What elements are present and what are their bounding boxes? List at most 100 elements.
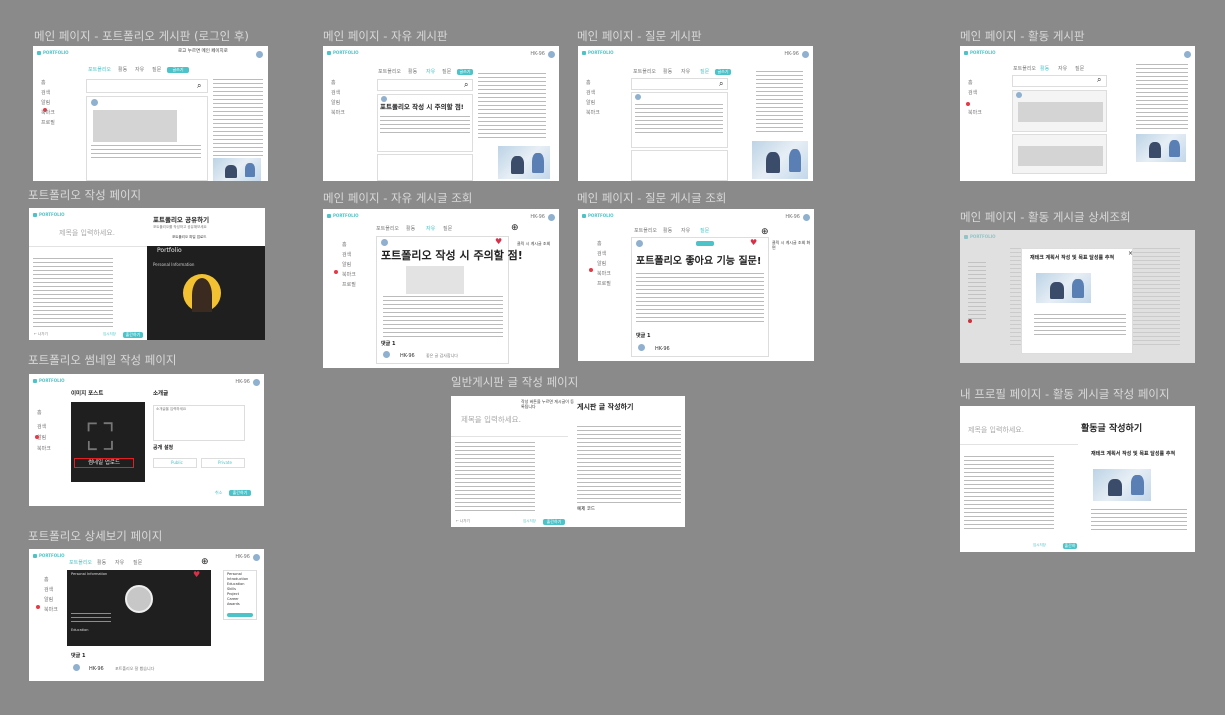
publish-button[interactable]: 출간하기 xyxy=(123,332,143,338)
logo[interactable]: PORTFOLIO xyxy=(327,213,359,218)
side-search[interactable]: 검색 xyxy=(597,252,606,257)
title-input[interactable]: 제목을 입력하세요. xyxy=(968,427,1024,434)
search-icon[interactable]: ⌕ xyxy=(719,80,723,88)
logo[interactable]: PORTFOLIO xyxy=(327,50,359,55)
side-home[interactable]: 홈 xyxy=(41,81,46,86)
thumbnail-upload-button[interactable]: 썸네일 업로드 xyxy=(74,458,134,468)
side-search[interactable]: 검색 xyxy=(37,425,46,430)
menu-skills[interactable]: Skills xyxy=(227,587,236,592)
side-home[interactable]: 홈 xyxy=(586,81,591,86)
logo[interactable]: PORTFOLIO xyxy=(964,50,996,55)
menu-career[interactable]: Career xyxy=(227,597,239,602)
add-icon[interactable]: ⊕ xyxy=(201,558,209,567)
side-home[interactable]: 홈 xyxy=(597,242,602,247)
side-bookmark[interactable]: 북마크 xyxy=(41,111,55,116)
logo[interactable]: PORTFOLIO xyxy=(33,553,65,558)
menu-awards[interactable]: Awards xyxy=(227,602,240,607)
side-search[interactable]: 검색 xyxy=(968,91,977,96)
avatar[interactable] xyxy=(803,214,810,221)
side-alarm[interactable]: 알림 xyxy=(41,101,50,106)
side-alarm[interactable]: 알림 xyxy=(597,262,606,267)
tab-question[interactable]: 질문 xyxy=(443,227,452,232)
logo[interactable]: PORTFOLIO xyxy=(582,50,614,55)
tab-portfolio[interactable]: 포트폴리오 xyxy=(378,70,401,75)
tab-activity[interactable]: 활동 xyxy=(118,68,127,73)
tab-question[interactable]: 질문 xyxy=(700,229,709,234)
add-icon[interactable]: ⊕ xyxy=(761,228,769,237)
side-home[interactable]: 홈 xyxy=(331,81,336,86)
exit-button[interactable]: ← 나가기 xyxy=(456,519,470,524)
avatar[interactable] xyxy=(253,554,260,561)
tab-free[interactable]: 자유 xyxy=(426,70,435,75)
side-alarm[interactable]: 알림 xyxy=(342,263,351,268)
title-input[interactable]: 제목을 입력하세요. xyxy=(461,416,521,424)
avatar[interactable] xyxy=(802,51,809,58)
tab-portfolio[interactable]: 포트폴리오 xyxy=(88,68,111,73)
search-bar[interactable] xyxy=(631,78,728,90)
tab-free[interactable]: 자유 xyxy=(681,70,690,75)
search-bar[interactable] xyxy=(377,79,473,91)
tab-question[interactable]: 질문 xyxy=(1075,67,1084,72)
side-home[interactable]: 홈 xyxy=(968,81,973,86)
tab-portfolio[interactable]: 포트폴리오 xyxy=(376,227,399,232)
side-profile[interactable]: 프로필 xyxy=(41,121,55,126)
side-home[interactable]: 홈 xyxy=(342,243,347,248)
tab-free[interactable]: 자유 xyxy=(426,227,435,232)
side-home[interactable]: 홈 xyxy=(44,578,49,583)
search-bar[interactable] xyxy=(86,79,208,93)
tab-activity[interactable]: 활동 xyxy=(663,229,672,234)
like-heart-icon[interactable]: ♥ xyxy=(750,239,757,247)
menu-action-button[interactable] xyxy=(227,613,253,617)
cancel-button[interactable]: 취소 xyxy=(215,491,222,495)
side-profile[interactable]: 프로필 xyxy=(597,282,611,287)
logo[interactable]: PORTFOLIO xyxy=(33,212,65,217)
avatar[interactable] xyxy=(548,51,555,58)
side-bookmark[interactable]: 북마크 xyxy=(968,111,982,116)
menu-project[interactable]: Project xyxy=(227,592,239,597)
question-card-2[interactable] xyxy=(631,150,728,181)
logo[interactable]: PORTFOLIO xyxy=(37,50,69,55)
tab-portfolio[interactable]: 포트폴리오 xyxy=(634,229,657,234)
side-alarm[interactable]: 알림 xyxy=(44,598,53,603)
avatar[interactable] xyxy=(253,379,260,386)
editor-body[interactable] xyxy=(455,442,535,512)
like-heart-icon[interactable]: ♥ xyxy=(193,571,200,579)
menu-introduction[interactable]: Introduction xyxy=(227,577,248,582)
side-bookmark[interactable]: 북마크 xyxy=(44,608,58,613)
menu-personal[interactable]: Personal xyxy=(227,572,242,577)
search-icon[interactable]: ⌕ xyxy=(197,82,201,90)
save-button[interactable]: 임시저장 xyxy=(103,332,116,337)
avatar[interactable] xyxy=(548,214,555,221)
side-alarm[interactable]: 알림 xyxy=(586,101,595,106)
tab-activity[interactable]: 활동 xyxy=(663,70,672,75)
close-icon[interactable]: × xyxy=(1128,251,1133,257)
logo[interactable]: PORTFOLIO xyxy=(33,378,65,383)
save-button[interactable]: 임시저장 xyxy=(1033,543,1046,548)
tab-activity[interactable]: 활동 xyxy=(1040,67,1049,72)
search-icon[interactable]: ⌕ xyxy=(1097,76,1101,84)
editor-body[interactable] xyxy=(964,456,1054,530)
search-icon[interactable]: ⌕ xyxy=(464,81,468,89)
tab-free[interactable]: 자유 xyxy=(1058,67,1067,72)
tab-question[interactable]: 질문 xyxy=(700,70,709,75)
save-button[interactable]: 임시저장 xyxy=(523,519,536,524)
side-alarm[interactable]: 알림 xyxy=(331,101,340,106)
side-bookmark[interactable]: 북마크 xyxy=(331,111,345,116)
post-card-2[interactable] xyxy=(377,154,473,181)
add-icon[interactable]: ⊕ xyxy=(511,224,519,233)
side-search[interactable]: 검색 xyxy=(331,91,340,96)
like-heart-icon[interactable]: ♥ xyxy=(495,238,502,246)
write-button[interactable]: 글쓰기 xyxy=(715,69,731,75)
publish-button[interactable]: 출간하기 xyxy=(229,490,251,496)
tab-free[interactable]: 자유 xyxy=(135,68,144,73)
exit-button[interactable]: ← 나가기 xyxy=(34,332,48,337)
upload-button[interactable]: 포트폴리오 파일 업로드 xyxy=(172,235,206,240)
side-profile[interactable]: 프로필 xyxy=(342,283,356,288)
side-home[interactable]: 홈 xyxy=(37,411,42,416)
tab-portfolio[interactable]: 포트폴리오 xyxy=(633,70,656,75)
publish-button[interactable]: 출간하기 xyxy=(1063,543,1077,552)
write-button[interactable]: 글쓰기 xyxy=(457,69,473,75)
side-search[interactable]: 검색 xyxy=(44,588,53,593)
side-search[interactable]: 검색 xyxy=(41,91,50,96)
tab-free[interactable]: 자유 xyxy=(681,229,690,234)
